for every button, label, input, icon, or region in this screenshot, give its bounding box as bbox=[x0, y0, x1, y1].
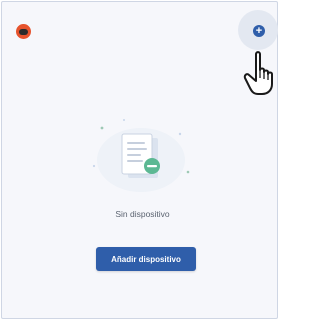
document-remove-icon bbox=[92, 119, 190, 192]
empty-state-message: Sin dispositivo bbox=[115, 209, 170, 219]
app-window: + Sin dispositivo Añadir dispositivo bbox=[1, 1, 278, 319]
hand-pointer-icon bbox=[243, 51, 273, 95]
app-logo-icon bbox=[16, 24, 31, 39]
add-device-button[interactable]: Añadir dispositivo bbox=[96, 247, 196, 271]
add-device-icon-button[interactable]: + bbox=[253, 25, 265, 37]
